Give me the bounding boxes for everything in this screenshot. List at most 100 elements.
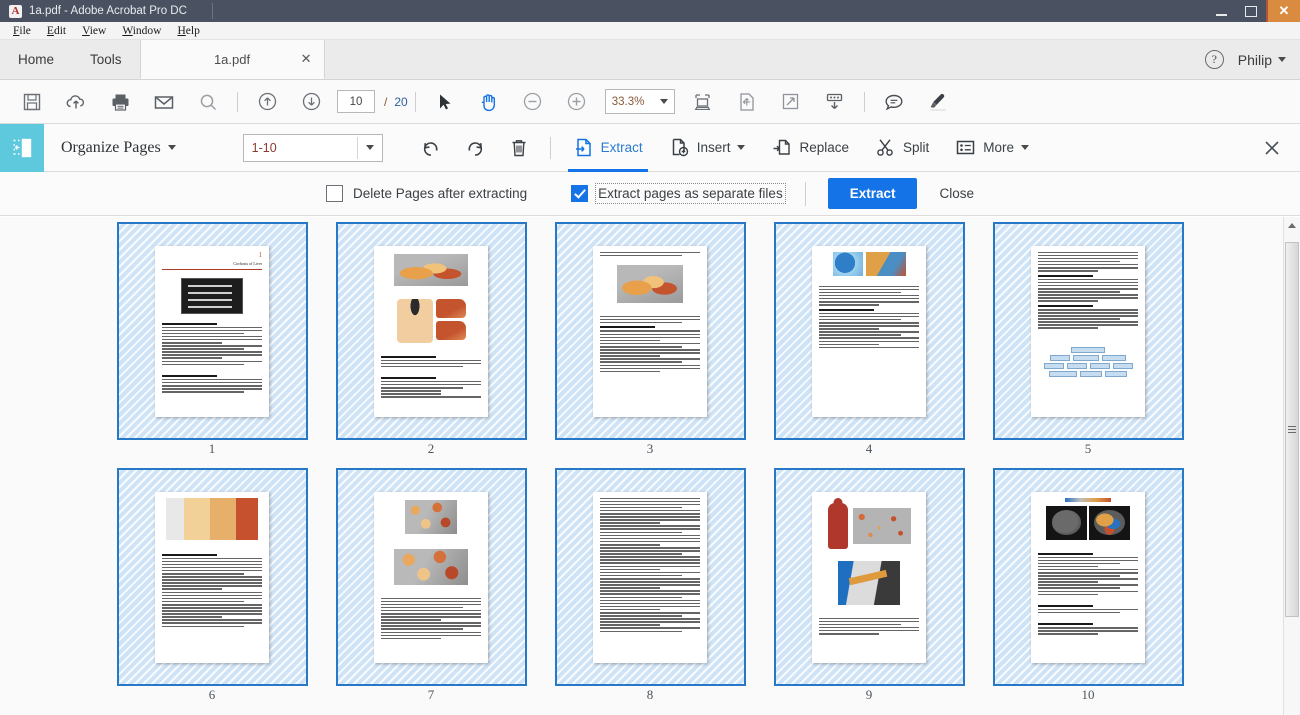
delete-pages-checkbox[interactable]	[325, 185, 343, 202]
organize-pages-title[interactable]: Organize Pages	[61, 139, 176, 157]
zoom-level-value: 33.3%	[611, 95, 645, 108]
page-thumbnail-10[interactable]	[992, 468, 1184, 686]
scrollbar-track[interactable]	[1284, 234, 1300, 715]
toolbar-divider	[237, 91, 238, 112]
list-icon	[955, 137, 976, 158]
page-cell[interactable]: 4	[773, 222, 965, 462]
page-cell[interactable]: 10	[992, 468, 1184, 708]
extract-confirm-button[interactable]: Extract	[827, 178, 918, 209]
page-text-block	[1038, 251, 1138, 331]
page-figure	[617, 264, 683, 303]
extract-separate-files-checkbox[interactable]	[571, 185, 589, 202]
rotate-right-button[interactable]	[453, 124, 497, 172]
main-toolbar: 10 / 20 33.3%	[0, 80, 1300, 124]
menu-view[interactable]: View	[75, 24, 113, 38]
page-thumbnail-2[interactable]	[335, 222, 527, 440]
page-cell[interactable]: 5	[992, 222, 1184, 462]
page-cell[interactable]: 8	[554, 468, 746, 708]
page-number-label: 10	[1081, 687, 1095, 702]
page-number-label: 5	[1084, 441, 1092, 456]
question-mark-icon[interactable]: ?	[1204, 50, 1224, 69]
scroll-down-icon[interactable]	[813, 80, 857, 124]
page-thumbnail-4[interactable]	[773, 222, 965, 440]
page-thumbnail-5[interactable]	[992, 222, 1184, 440]
replace-button[interactable]: Replace	[758, 124, 862, 172]
delete-pages-after-extracting-option[interactable]: Delete Pages after extracting	[325, 185, 527, 202]
menu-window[interactable]: Window	[115, 24, 168, 38]
page-thumbnail-7[interactable]	[335, 468, 527, 686]
rotate-left-button[interactable]	[409, 124, 453, 172]
menu-help[interactable]: Help	[170, 24, 206, 38]
page-preview	[374, 491, 488, 663]
arrow-down-circle-icon[interactable]	[289, 80, 333, 124]
figure-caption	[381, 539, 481, 542]
arrow-up-circle-icon[interactable]	[245, 80, 289, 124]
page-text-block	[381, 353, 481, 369]
page-preview	[812, 245, 926, 417]
page-cell[interactable]: 7	[335, 468, 527, 708]
highlighter-icon[interactable]	[916, 80, 960, 124]
page-thumbnail-1[interactable]: 1 Cirrhosis of Liver	[116, 222, 308, 440]
page-cell[interactable]: 3	[554, 222, 746, 462]
email-icon[interactable]	[142, 80, 186, 124]
page-rule	[162, 268, 262, 270]
scroll-up-arrow-icon[interactable]	[1284, 217, 1300, 234]
save-icon[interactable]	[10, 80, 54, 124]
close-window-button[interactable]: ✕	[1266, 0, 1300, 22]
page-thumbnail-9[interactable]	[773, 468, 965, 686]
page-thumbnail-6[interactable]	[116, 468, 308, 686]
comment-bubble-icon[interactable]	[872, 80, 916, 124]
page-preview: 1 Cirrhosis of Liver	[155, 245, 269, 417]
minus-circle-icon[interactable]	[511, 80, 555, 124]
vertical-scrollbar[interactable]	[1283, 217, 1300, 715]
page-figure	[865, 251, 906, 276]
print-icon[interactable]	[98, 80, 142, 124]
page-grid: 1 Cirrhosis of Liver 1 2 3 4 5 6 7 8 9 1…	[0, 217, 1300, 708]
tab-strip: Home Tools 1a.pdf ✕ ? Philip	[0, 40, 1300, 80]
tab-nav: Home Tools	[0, 40, 140, 79]
page-thumbnail-8[interactable]	[554, 468, 746, 686]
expand-icon[interactable]	[769, 80, 813, 124]
plus-circle-icon[interactable]	[555, 80, 599, 124]
close-icon[interactable]: ✕	[301, 51, 312, 67]
close-organize-pages-button[interactable]	[1262, 138, 1282, 158]
minimize-button[interactable]	[1206, 0, 1236, 22]
menu-file[interactable]: File	[6, 24, 38, 38]
cloud-upload-icon[interactable]	[54, 80, 98, 124]
extract-button[interactable]: Extract	[560, 124, 656, 172]
page-text-block	[381, 374, 481, 400]
fit-page-icon[interactable]	[725, 80, 769, 124]
page-heading-title: Cirrhosis of Liver	[233, 260, 262, 266]
page-cell[interactable]: 9	[773, 468, 965, 708]
more-button[interactable]: More	[942, 124, 1042, 172]
page-thumbnail-3[interactable]	[554, 222, 746, 440]
toolbar-divider	[804, 181, 806, 206]
page-text-block	[162, 320, 262, 367]
cursor-arrow-icon[interactable]	[423, 80, 467, 124]
window-controls: ✕	[1206, 0, 1300, 22]
page-cell[interactable]: 2	[335, 222, 527, 462]
document-tab-1apdf[interactable]: 1a.pdf ✕	[139, 40, 325, 79]
tab-home[interactable]: Home	[0, 40, 72, 79]
page-figure	[396, 298, 433, 343]
fit-width-icon[interactable]	[681, 80, 725, 124]
trash-icon[interactable]	[497, 124, 541, 172]
tab-tools[interactable]: Tools	[72, 40, 140, 79]
page-cell[interactable]: 6	[116, 468, 308, 708]
chevron-down-icon	[1278, 57, 1286, 62]
menu-edit[interactable]: Edit	[40, 24, 73, 38]
page-number-label: 8	[646, 687, 654, 702]
user-menu[interactable]: Philip	[1238, 52, 1286, 68]
page-range-select[interactable]: 1-10	[242, 133, 383, 162]
search-icon[interactable]	[186, 80, 230, 124]
page-cell[interactable]: 1 Cirrhosis of Liver 1	[116, 222, 308, 462]
maximize-button[interactable]	[1236, 0, 1266, 22]
page-number-input[interactable]: 10	[337, 90, 375, 113]
insert-button[interactable]: Insert	[656, 124, 759, 172]
zoom-level-select[interactable]: 33.3%	[604, 89, 675, 114]
scrollbar-thumb[interactable]	[1285, 242, 1299, 617]
extract-close-link[interactable]: Close	[939, 186, 974, 201]
split-button[interactable]: Split	[862, 124, 942, 172]
hand-icon[interactable]	[467, 80, 511, 124]
extract-separate-files-option[interactable]: Extract pages as separate files	[571, 183, 786, 204]
